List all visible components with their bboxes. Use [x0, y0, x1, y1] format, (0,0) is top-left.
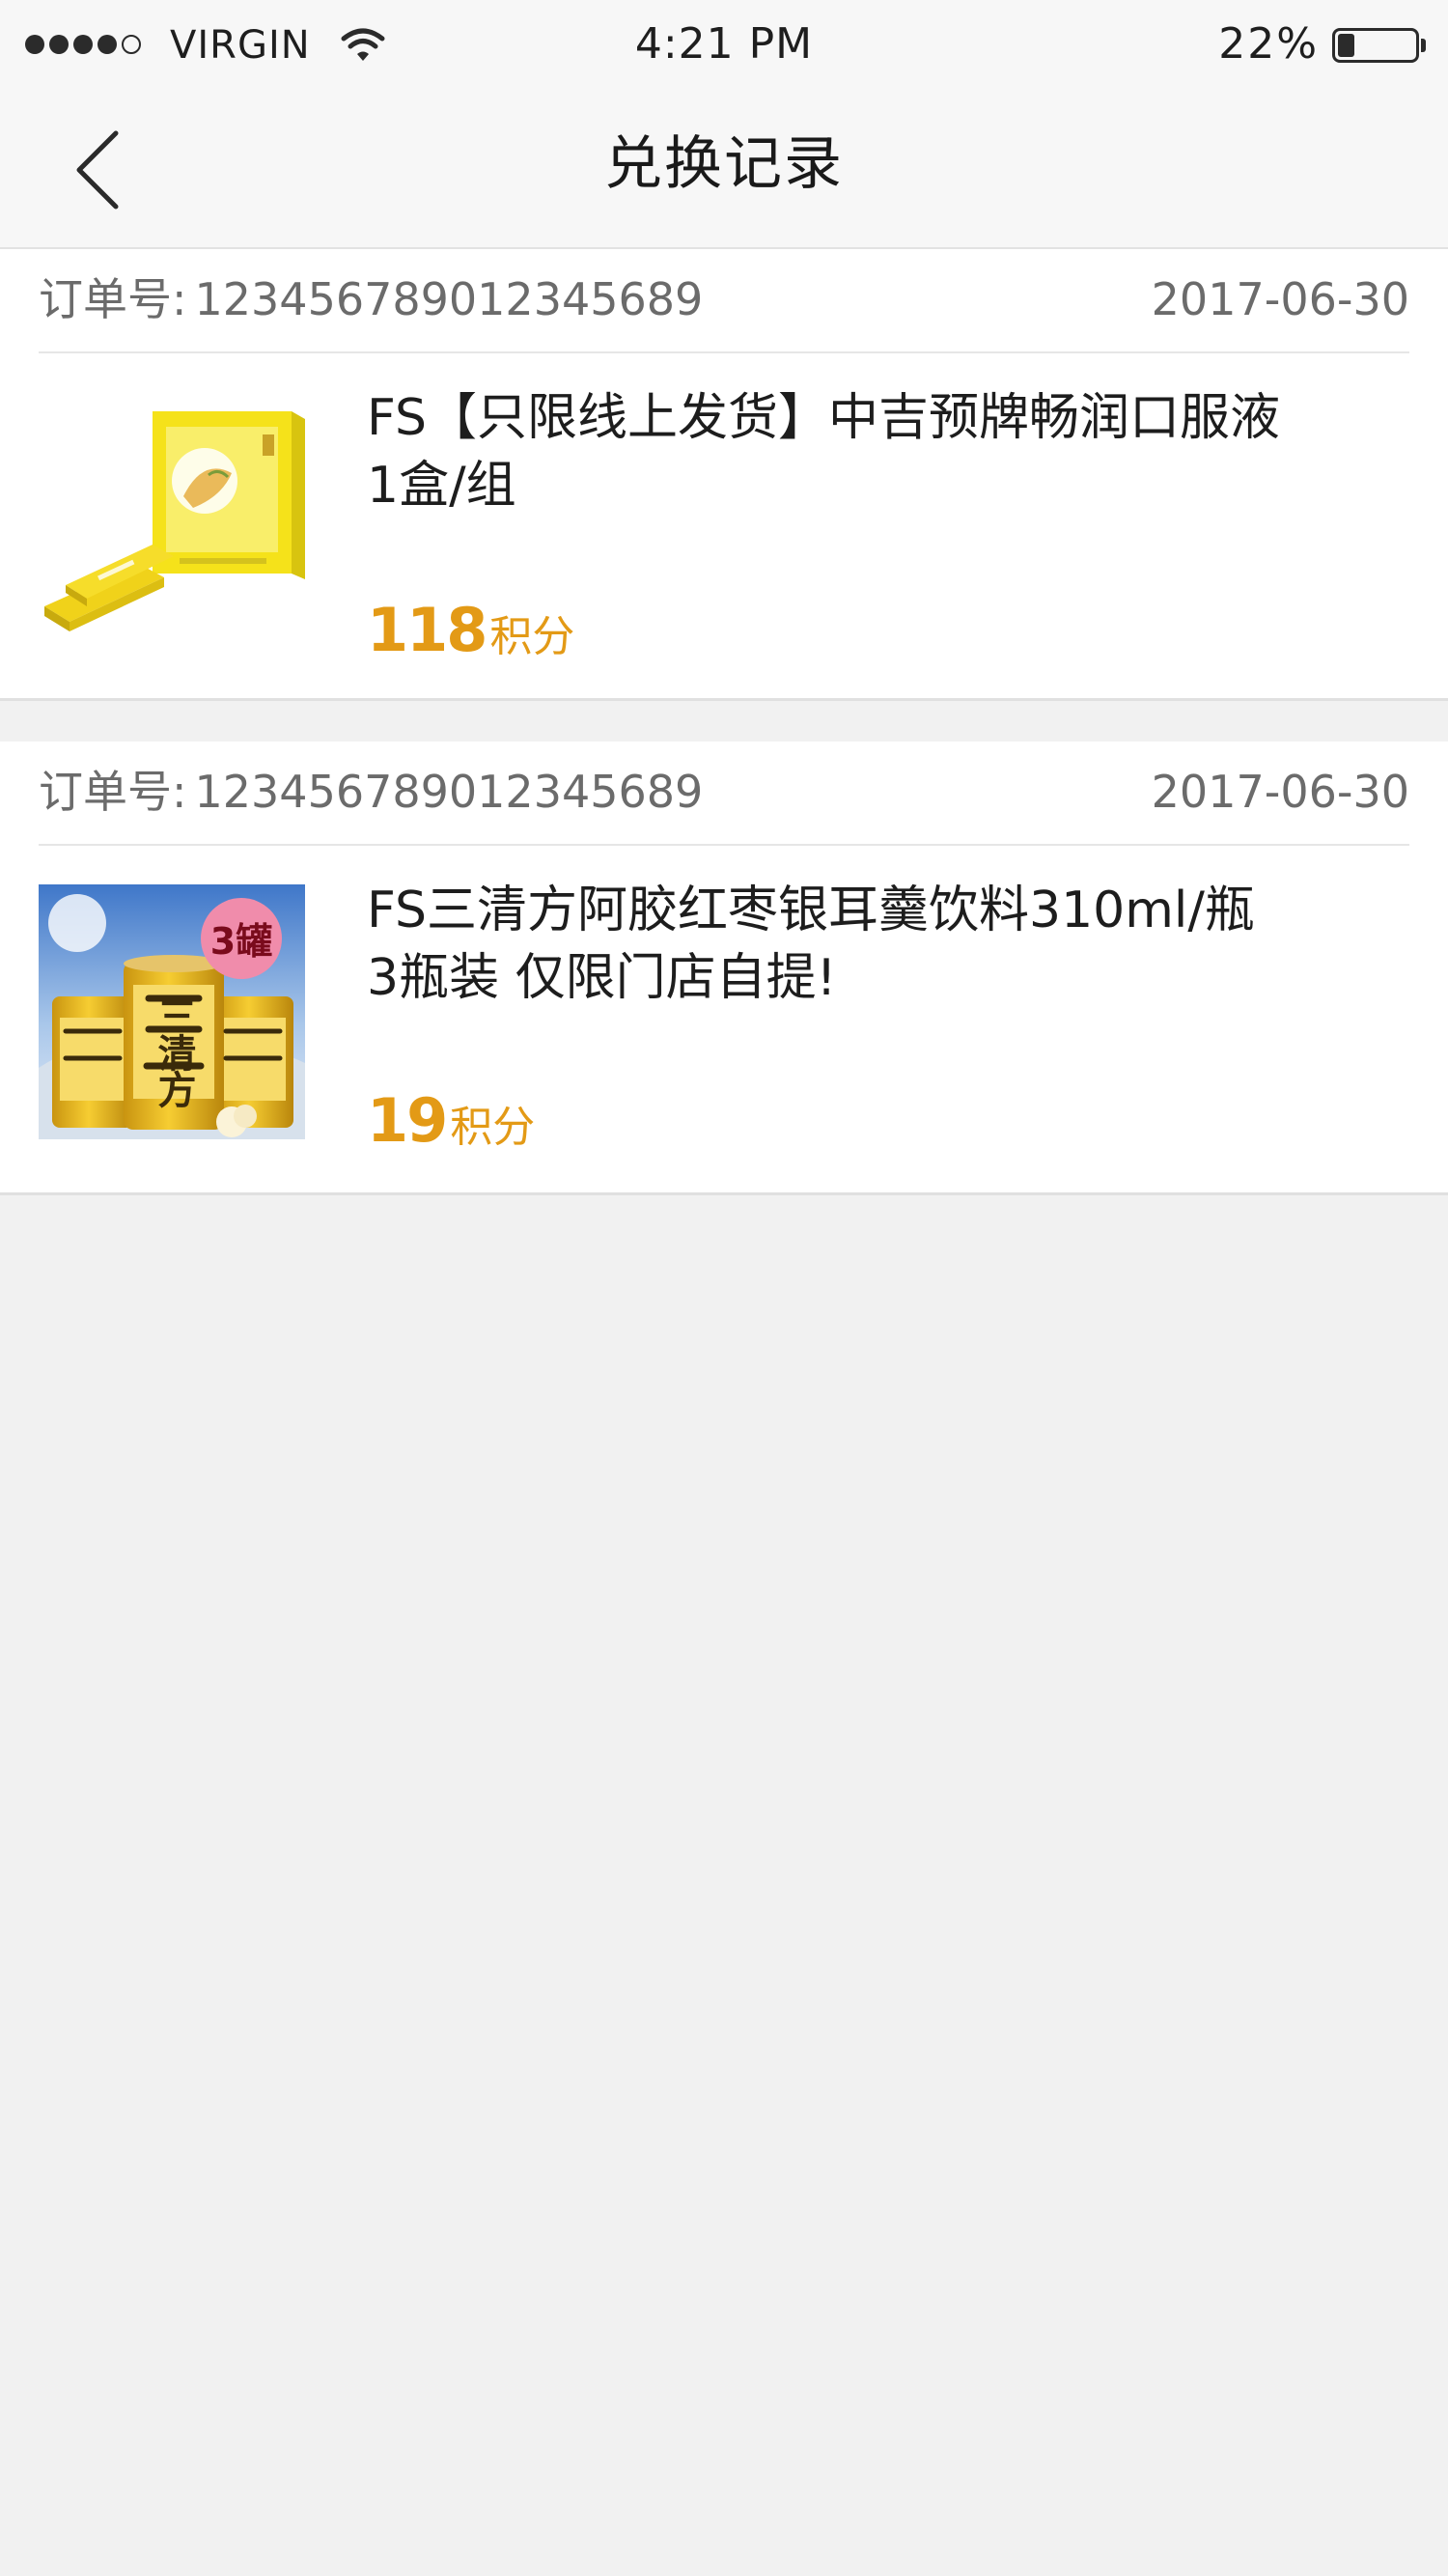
order-date: 2017-06-30	[1151, 766, 1409, 818]
product-name[interactable]: FS【只限线上发货】中吉预牌畅润口服液1盒/组	[367, 384, 1294, 519]
battery-level-fill	[1338, 34, 1355, 57]
battery-icon	[1332, 28, 1419, 63]
order-date: 2017-06-30	[1151, 273, 1409, 325]
image-badge-text: 3罐	[210, 920, 272, 963]
product-image[interactable]: 三清方 3罐	[39, 884, 305, 1139]
order-number: 订单号: 123456789012345689	[39, 763, 703, 821]
product-points: 118积分	[367, 597, 574, 664]
points-value: 19	[367, 1085, 448, 1156]
product-image[interactable]	[39, 380, 305, 635]
points-unit: 积分	[450, 1103, 536, 1152]
order-number-value: 123456789012345689	[194, 766, 704, 818]
product-points: 19积分	[367, 1087, 535, 1155]
order-number-label: 订单号:	[39, 273, 187, 325]
order-number: 订单号: 123456789012345689	[39, 270, 703, 328]
points-unit: 积分	[489, 612, 575, 661]
status-bar: VIRGIN 4:21 PM 22%	[0, 0, 1448, 91]
can-brand-text: 三清方	[152, 996, 197, 1108]
order-card[interactable]: 订单号: 123456789012345689 2017-06-30 FS【只限线…	[0, 249, 1448, 701]
order-header: 订单号: 123456789012345689 2017-06-30	[39, 249, 1409, 353]
order-card[interactable]: 订单号: 123456789012345689 2017-06-30 三清方 3…	[0, 742, 1448, 1195]
page-title: 兑换记录	[604, 130, 844, 198]
navigation-bar: 兑换记录	[0, 91, 1448, 249]
order-number-label: 订单号:	[39, 766, 187, 818]
battery-percent: 22%	[1218, 19, 1319, 69]
product-name[interactable]: FS三清方阿胶红枣银耳羹饮料310ml/瓶 3瓶装 仅限门店自提!	[367, 877, 1294, 1012]
order-header: 订单号: 123456789012345689 2017-06-30	[39, 742, 1409, 846]
battery-tip	[1421, 39, 1426, 52]
can-brand-char: 方	[152, 1070, 197, 1108]
order-number-value: 123456789012345689	[194, 273, 704, 325]
points-value: 118	[367, 595, 487, 665]
